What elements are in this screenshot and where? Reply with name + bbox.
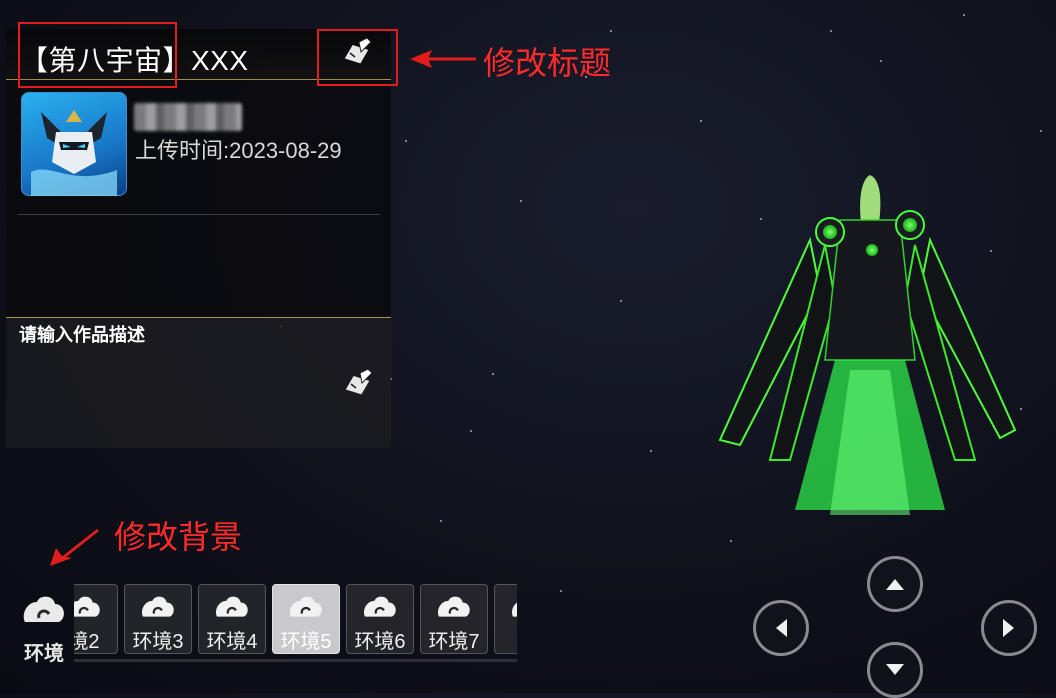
environment-item-icon — [421, 585, 487, 623]
environment-item-icon — [74, 585, 117, 623]
chevron-left-icon — [776, 619, 787, 637]
cloud-swirl-icon — [512, 602, 517, 617]
chevron-right-icon — [1003, 619, 1014, 637]
environment-item-icon — [495, 585, 517, 623]
description-input[interactable]: 请输入作品描述 — [19, 321, 145, 347]
environment-item-label: 环境6 — [354, 631, 406, 653]
annotation-arrow-left — [410, 50, 476, 68]
cloud-swirl-icon — [142, 596, 174, 617]
camera-left-button[interactable] — [753, 600, 809, 656]
environment-item[interactable]: 环境5 — [272, 584, 340, 654]
environment-item-label: 环境4 — [206, 631, 258, 653]
environment-label: 环境 — [24, 643, 64, 665]
user-avatar[interactable] — [21, 92, 127, 196]
description-panel[interactable]: 请输入作品描述 — [6, 318, 391, 448]
character-model — [718, 175, 1017, 515]
environment-item[interactable]: 环境7 — [420, 584, 488, 654]
annotation-edit-background-text: 修改背景 — [114, 519, 243, 555]
environment-item[interactable]: 环 — [494, 584, 517, 654]
environment-item-label: 环境7 — [428, 631, 480, 653]
environment-item-icon — [347, 585, 413, 623]
edit-pen-icon — [345, 369, 373, 395]
environment-track: 境2 环境3 环境4 环境5 环境6 环境7 环 — [74, 584, 517, 654]
cloud-swirl-icon — [74, 596, 100, 617]
cloud-swirl-icon — [290, 596, 322, 617]
annotation-edit-title-text: 修改标题 — [483, 45, 612, 81]
environment-list[interactable]: 境2 环境3 环境4 环境5 环境6 环境7 环 — [74, 584, 517, 664]
annotation-edit-highlight — [317, 29, 398, 86]
avatar-helmet-icon — [31, 110, 117, 196]
annotation-arrow-down-left — [50, 528, 99, 566]
divider — [18, 214, 380, 215]
edit-description-button[interactable] — [340, 366, 376, 402]
environment-item-label: 环境3 — [132, 631, 184, 653]
environment-item-label: 环 — [495, 625, 517, 654]
environment-item-icon — [125, 585, 191, 623]
camera-down-button[interactable] — [867, 642, 923, 698]
chevron-up-icon — [886, 579, 904, 590]
environment-item-label: 境2 — [74, 631, 100, 653]
upload-time: 上传时间:2023-08-29 — [135, 138, 342, 163]
environment-item-icon — [199, 585, 265, 623]
environment-button[interactable]: 环境 — [14, 592, 74, 665]
environment-item[interactable]: 境2 — [74, 584, 118, 654]
environment-item[interactable]: 环境6 — [346, 584, 414, 654]
cloud-swirl-icon — [23, 596, 64, 622]
environment-scrollbar[interactable] — [74, 659, 517, 662]
cloud-swirl-icon — [216, 596, 248, 617]
environment-item-label: 环境5 — [280, 631, 332, 653]
camera-up-button[interactable] — [867, 556, 923, 612]
environment-item[interactable]: 环境4 — [198, 584, 266, 654]
environment-item[interactable]: 环境3 — [124, 584, 192, 654]
camera-right-button[interactable] — [981, 600, 1037, 656]
cloud-swirl-icon — [438, 596, 470, 617]
username-redacted — [134, 103, 242, 131]
annotation-title-highlight — [18, 22, 177, 88]
chevron-down-icon — [886, 664, 904, 675]
environment-item-icon — [273, 585, 339, 623]
cloud-swirl-icon — [364, 596, 396, 617]
